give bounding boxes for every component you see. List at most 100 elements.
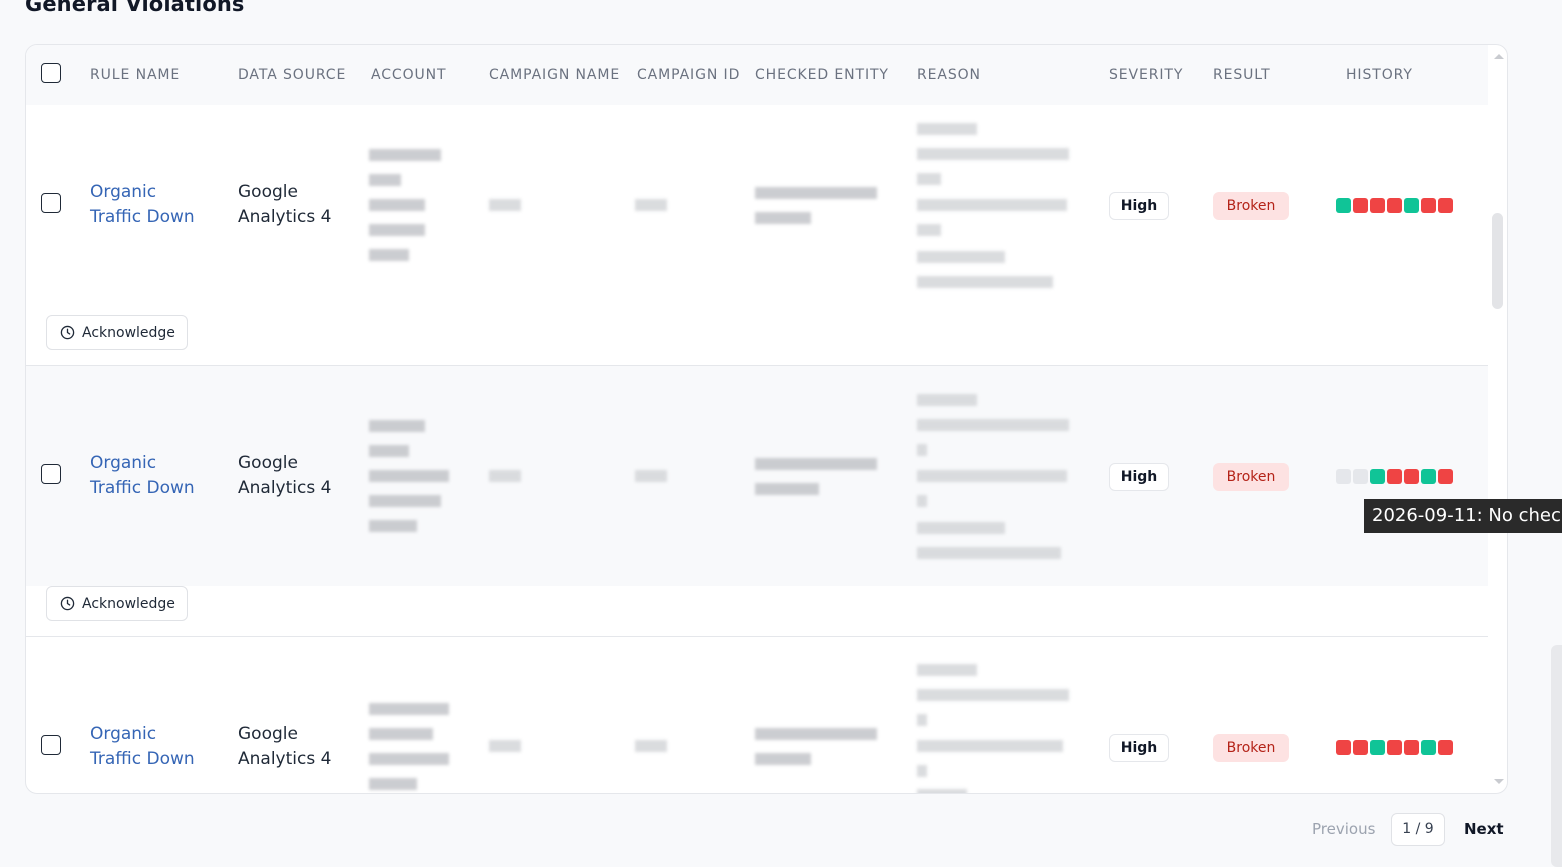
history-square-fail[interactable]	[1404, 469, 1419, 484]
row-actions: Acknowledge	[26, 586, 1488, 636]
history-square-fail[interactable]	[1387, 198, 1402, 213]
column-header-account[interactable]: ACCOUNT	[371, 67, 446, 83]
redacted-checked-entity	[755, 458, 877, 470]
table-header: RULE NAME DATA SOURCE ACCOUNT CAMPAIGN N…	[26, 45, 1488, 105]
column-header-rule-name[interactable]: RULE NAME	[90, 67, 180, 83]
clock-icon	[60, 325, 75, 340]
table-row: Organic Traffic Down Google Analytics 4 Hi…	[26, 637, 1488, 793]
redacted-reason	[917, 419, 1069, 431]
redacted-account	[369, 778, 417, 790]
data-source: Google Analytics 4	[238, 453, 332, 498]
result-badge: Broken	[1213, 192, 1289, 220]
redacted-reason	[917, 224, 941, 236]
row-checkbox[interactable]	[41, 735, 61, 755]
result-badge: Broken	[1213, 463, 1289, 491]
redacted-account	[369, 495, 441, 507]
redacted-account	[369, 174, 401, 186]
history-square-pass[interactable]	[1370, 740, 1385, 755]
row-checkbox[interactable]	[41, 193, 61, 213]
history-square-fail[interactable]	[1370, 198, 1385, 213]
result-badge: Broken	[1213, 734, 1289, 762]
redacted-reason	[917, 714, 927, 726]
history-square-pass[interactable]	[1421, 469, 1436, 484]
column-header-severity[interactable]: SEVERITY	[1109, 67, 1183, 83]
history-square-pass[interactable]	[1404, 198, 1419, 213]
redacted-account	[369, 703, 449, 715]
select-all-checkbox[interactable]	[41, 63, 61, 83]
redacted-checked-entity	[755, 212, 811, 224]
redacted-campaign-id	[635, 740, 667, 752]
column-header-history[interactable]: HISTORY	[1346, 67, 1413, 83]
history-square-none[interactable]	[1353, 469, 1368, 484]
pagination-previous[interactable]: Previous	[1312, 813, 1375, 846]
redacted-reason	[917, 689, 1069, 701]
history-square-fail[interactable]	[1421, 198, 1436, 213]
redacted-checked-entity	[755, 483, 819, 495]
redacted-account	[369, 224, 425, 236]
data-source: Google Analytics 4	[238, 182, 332, 227]
history-square-none[interactable]	[1336, 469, 1351, 484]
rule-name-link[interactable]: Organic Traffic Down	[90, 180, 195, 230]
rule-name-link[interactable]: Organic Traffic Down	[90, 722, 195, 772]
history-square-pass[interactable]	[1421, 740, 1436, 755]
history-bar	[1336, 740, 1453, 755]
rule-name-link[interactable]: Organic Traffic Down	[90, 451, 195, 501]
history-square-fail[interactable]	[1438, 740, 1453, 755]
history-square-pass[interactable]	[1370, 469, 1385, 484]
pagination-next[interactable]: Next	[1464, 813, 1504, 846]
history-square-fail[interactable]	[1336, 740, 1351, 755]
redacted-reason	[917, 148, 1069, 160]
table-row: Organic Traffic Down Google Analytics 4 Hi…	[26, 366, 1488, 586]
column-header-result[interactable]: RESULT	[1213, 67, 1271, 83]
severity-badge: High	[1109, 192, 1169, 220]
history-square-fail[interactable]	[1387, 469, 1402, 484]
redacted-reason	[917, 495, 927, 507]
redacted-account	[369, 728, 433, 740]
redacted-reason	[917, 394, 977, 406]
redacted-reason	[917, 276, 1053, 288]
column-header-campaign-id[interactable]: CAMPAIGN ID	[637, 67, 740, 83]
acknowledge-label: Acknowledge	[82, 595, 175, 612]
history-square-fail[interactable]	[1438, 469, 1453, 484]
redacted-account	[369, 249, 409, 261]
redacted-reason	[917, 765, 927, 777]
scroll-up-arrow-icon[interactable]	[1494, 54, 1504, 59]
redacted-checked-entity	[755, 728, 877, 740]
redacted-reason	[917, 470, 1067, 482]
acknowledge-button[interactable]: Acknowledge	[46, 586, 188, 621]
redacted-campaign-id	[635, 199, 667, 211]
page-scrollbar-thumb[interactable]	[1551, 645, 1562, 867]
redacted-reason	[917, 251, 1005, 263]
history-square-fail[interactable]	[1438, 198, 1453, 213]
severity-badge: High	[1109, 734, 1169, 762]
history-square-fail[interactable]	[1404, 740, 1419, 755]
history-square-fail[interactable]	[1353, 740, 1368, 755]
table-scrollbar-thumb[interactable]	[1492, 213, 1503, 309]
history-square-fail[interactable]	[1387, 740, 1402, 755]
redacted-account	[369, 420, 425, 432]
column-header-checked-entity[interactable]: CHECKED ENTITY	[755, 67, 889, 83]
table-scrollbar[interactable]	[1493, 45, 1505, 793]
redacted-reason	[917, 444, 927, 456]
redacted-account	[369, 445, 409, 457]
severity-badge: High	[1109, 463, 1169, 491]
redacted-reason	[917, 740, 1063, 752]
history-square-fail[interactable]	[1353, 198, 1368, 213]
redacted-reason	[917, 789, 967, 793]
redacted-checked-entity	[755, 753, 811, 765]
redacted-reason	[917, 522, 1005, 534]
redacted-account	[369, 199, 425, 211]
redacted-campaign-name	[489, 740, 521, 752]
column-header-reason[interactable]: REASON	[917, 67, 981, 83]
row-checkbox[interactable]	[41, 464, 61, 484]
redacted-reason	[917, 199, 1067, 211]
redacted-campaign-id	[635, 470, 667, 482]
acknowledge-button[interactable]: Acknowledge	[46, 315, 188, 350]
column-header-campaign-name[interactable]: CAMPAIGN NAME	[489, 67, 620, 83]
column-header-data-source[interactable]: DATA SOURCE	[238, 67, 346, 83]
scroll-down-arrow-icon[interactable]	[1494, 779, 1504, 784]
data-source: Google Analytics 4	[238, 724, 332, 769]
history-square-pass[interactable]	[1336, 198, 1351, 213]
redacted-reason	[917, 547, 1061, 559]
history-bar	[1336, 198, 1453, 213]
